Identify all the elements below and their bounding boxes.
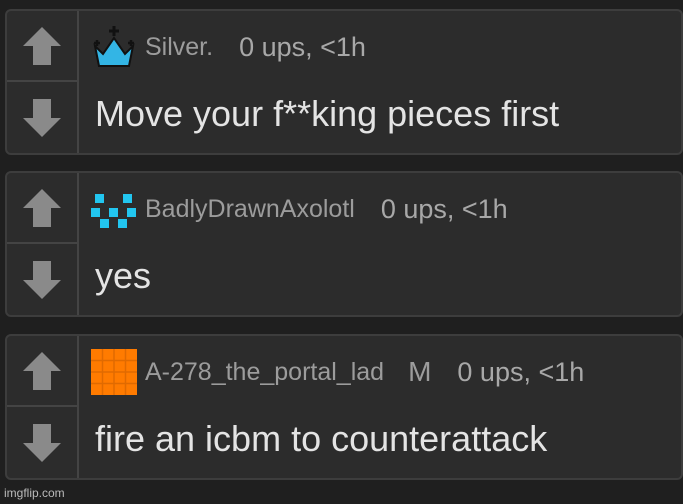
comment-body: BadlyDrawnAxolotl 0 ups, <1h yes bbox=[79, 173, 681, 315]
comment-body: A-278_the_portal_lad M 0 ups, <1h fire a… bbox=[79, 336, 681, 478]
pixel-face-icon[interactable] bbox=[91, 186, 137, 232]
ups-timestamp: 0 ups, <1h bbox=[457, 356, 585, 387]
comment-card: Silver. 0 ups, <1h Move your f**king pie… bbox=[5, 9, 683, 155]
ups-timestamp: 0 ups, <1h bbox=[239, 31, 366, 62]
arrow-up-icon bbox=[23, 26, 61, 65]
comment-meta: BadlyDrawnAxolotl 0 ups, <1h bbox=[91, 187, 508, 231]
watermark: imgflip.com bbox=[4, 486, 65, 500]
comment-card: BadlyDrawnAxolotl 0 ups, <1h yes bbox=[5, 171, 683, 317]
comment-thread: Silver. 0 ups, <1h Move your f**king pie… bbox=[0, 0, 683, 504]
comment-body: Silver. 0 ups, <1h Move your f**king pie… bbox=[79, 11, 681, 153]
arrow-down-icon bbox=[23, 260, 61, 299]
mod-badge: M bbox=[408, 356, 432, 387]
vote-column bbox=[7, 11, 79, 153]
username-link[interactable]: A-278_the_portal_lad bbox=[145, 358, 384, 387]
comment-meta: A-278_the_portal_lad M 0 ups, <1h bbox=[91, 349, 585, 395]
upvote-button[interactable] bbox=[7, 11, 77, 82]
username-link[interactable]: Silver. bbox=[145, 33, 213, 62]
comment-card: A-278_the_portal_lad M 0 ups, <1h fire a… bbox=[5, 334, 683, 480]
username-link[interactable]: BadlyDrawnAxolotl bbox=[145, 195, 355, 224]
vote-column bbox=[7, 173, 79, 315]
vote-column bbox=[7, 336, 79, 478]
downvote-button[interactable] bbox=[7, 407, 77, 478]
comment-text: yes bbox=[95, 255, 152, 296]
crown-icon[interactable] bbox=[91, 24, 137, 70]
upvote-button[interactable] bbox=[7, 336, 77, 407]
comment-meta: Silver. 0 ups, <1h bbox=[91, 25, 366, 69]
downvote-button[interactable] bbox=[7, 244, 77, 315]
arrow-up-icon bbox=[23, 188, 61, 227]
ups-timestamp: 0 ups, <1h bbox=[380, 193, 508, 224]
orange-grid-avatar[interactable] bbox=[91, 349, 137, 395]
arrow-down-icon bbox=[23, 98, 61, 137]
upvote-button[interactable] bbox=[7, 173, 77, 244]
arrow-up-icon bbox=[23, 351, 61, 390]
arrow-down-icon bbox=[23, 423, 61, 462]
downvote-button[interactable] bbox=[7, 82, 77, 153]
comment-text: Move your f**king pieces first bbox=[95, 93, 560, 134]
comment-text: fire an icbm to counterattack bbox=[95, 418, 548, 459]
